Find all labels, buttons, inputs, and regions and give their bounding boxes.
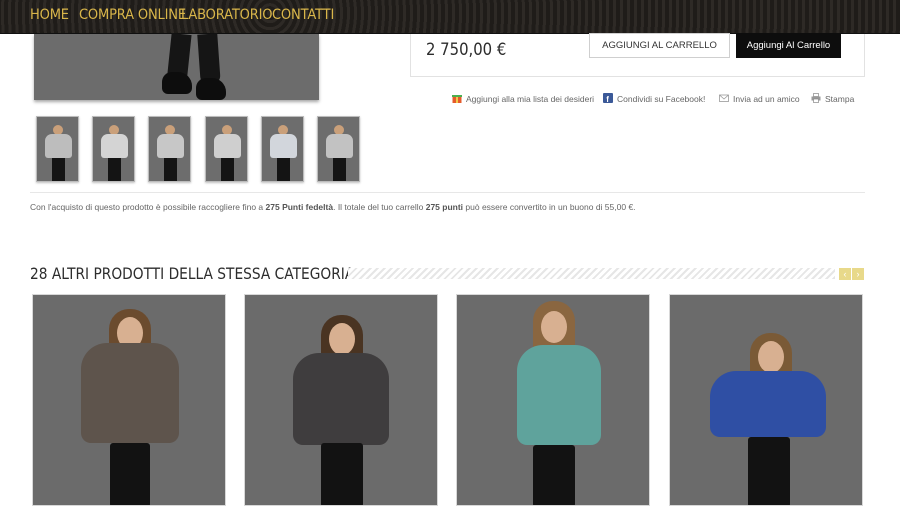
thumb-legs — [333, 158, 346, 181]
loyalty-mid: . Il totale del tuo carrello — [333, 202, 424, 212]
related-product-card[interactable] — [456, 294, 650, 506]
loyalty-pre: Con l'acquisto di questo prodotto è poss… — [30, 202, 264, 212]
product-thumbnail[interactable] — [205, 116, 248, 182]
model-legs — [321, 443, 363, 505]
model-face — [758, 341, 784, 373]
loyalty-points-a: 275 Punti fedeltà — [265, 202, 334, 212]
model-legs — [533, 445, 575, 505]
wishlist-label: Aggiungi alla mia lista dei desideri — [466, 94, 595, 104]
product-coat — [517, 345, 601, 445]
send-to-friend-label: Invia ad un amico — [733, 94, 800, 104]
facebook-share-link[interactable]: f Condividi su Facebook! — [603, 93, 705, 104]
add-to-cart-outline-button[interactable]: AGGIUNGI AL CARRELLO — [589, 33, 730, 58]
model-legs — [110, 443, 150, 505]
product-thumbnail[interactable] — [92, 116, 135, 182]
gift-icon — [452, 93, 462, 103]
product-thumbnail[interactable] — [148, 116, 191, 182]
loyalty-points-b: 275 punti — [425, 202, 464, 212]
product-coat — [710, 371, 826, 437]
loyalty-post: può essere convertito in un buono di 55,… — [465, 202, 636, 212]
model-legs — [748, 437, 790, 505]
add-to-cart-button[interactable]: Aggiungi Al Carrello — [736, 33, 841, 58]
thumb-coat — [157, 134, 184, 158]
thumb-legs — [164, 158, 177, 181]
product-main-image[interactable] — [34, 33, 319, 100]
product-thumbnail[interactable] — [36, 116, 79, 182]
top-navigation: HOME COMPRA ONLINE LABORATORIO CONTATTI — [0, 0, 900, 34]
thumb-coat — [214, 134, 241, 158]
thumb-coat — [270, 134, 297, 158]
printer-icon — [811, 93, 821, 103]
model-face — [329, 323, 355, 355]
thumb-coat — [45, 134, 72, 158]
thumb-legs — [108, 158, 121, 181]
product-price: 2 750,00 € — [426, 40, 507, 59]
product-coat — [293, 353, 389, 445]
product-thumbnail[interactable] — [261, 116, 304, 182]
thumb-coat — [101, 134, 128, 158]
nav-compra-online[interactable]: COMPRA ONLINE — [79, 7, 186, 23]
print-label: Stampa — [825, 94, 855, 104]
carousel-prev-button[interactable]: ‹ — [839, 268, 851, 280]
product-coat — [81, 343, 179, 443]
nav-contatti[interactable]: CONTATTI — [272, 7, 334, 23]
thumb-legs — [52, 158, 65, 181]
facebook-label: Condividi su Facebook! — [617, 94, 706, 104]
section-divider — [30, 192, 865, 193]
loyalty-points-text: Con l'acquisto di questo prodotto è poss… — [30, 202, 636, 212]
shoe — [196, 78, 226, 100]
thumb-legs — [221, 158, 234, 181]
svg-text:f: f — [606, 95, 609, 103]
shoe — [162, 72, 192, 94]
product-thumbnail[interactable] — [317, 116, 360, 182]
model-leg — [197, 33, 221, 85]
print-link[interactable]: Stampa — [811, 93, 854, 104]
thumb-legs — [277, 158, 290, 181]
facebook-icon: f — [603, 93, 613, 104]
carousel-next-button[interactable]: › — [852, 268, 864, 280]
thumb-coat — [326, 134, 353, 158]
envelope-icon — [719, 93, 729, 103]
title-stripe-decoration — [348, 268, 835, 279]
related-product-card[interactable] — [244, 294, 438, 506]
nav-home[interactable]: HOME — [30, 7, 69, 23]
nav-laboratorio[interactable]: LABORATORIO — [181, 7, 273, 23]
related-product-card[interactable] — [32, 294, 226, 506]
related-product-card[interactable] — [669, 294, 863, 506]
send-to-friend-link[interactable]: Invia ad un amico — [719, 93, 800, 104]
wishlist-link[interactable]: Aggiungi alla mia lista dei desideri — [452, 93, 594, 104]
model-face — [541, 311, 567, 343]
related-products-title: 28 ALTRI PRODOTTI DELLA STESSA CATEGORIA… — [30, 264, 359, 283]
